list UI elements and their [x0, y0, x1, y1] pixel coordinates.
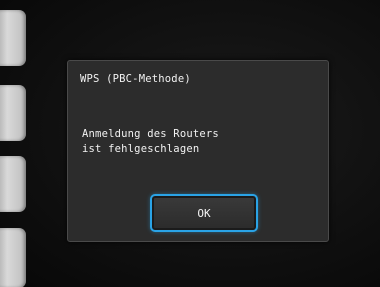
- dialog-message-line-1: Anmeldung des Routers: [82, 128, 219, 140]
- dialog-message: Anmeldung des Routers ist fehlgeschlagen: [82, 127, 219, 157]
- camera-screen: WPS (PBC-Methode) Anmeldung des Routers …: [0, 0, 380, 287]
- side-tab-3[interactable]: [0, 156, 26, 212]
- ok-button[interactable]: OK: [150, 194, 258, 232]
- side-tab-2[interactable]: [0, 85, 26, 141]
- side-tab-1[interactable]: [0, 10, 26, 66]
- dialog-message-line-2: ist fehlgeschlagen: [82, 143, 200, 155]
- side-tab-4[interactable]: [0, 228, 26, 287]
- wps-error-dialog: WPS (PBC-Methode) Anmeldung des Routers …: [67, 60, 329, 242]
- dialog-title: WPS (PBC-Methode): [80, 73, 191, 85]
